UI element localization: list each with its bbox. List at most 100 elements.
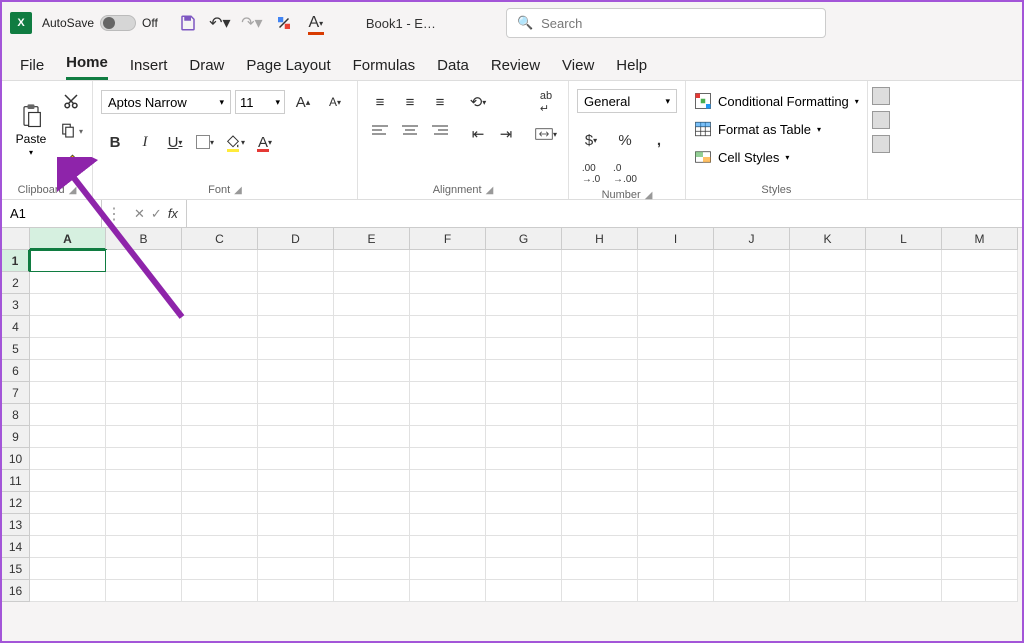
cell-C16[interactable] [182, 580, 258, 602]
cell-L2[interactable] [866, 272, 942, 294]
row-header-4[interactable]: 4 [2, 316, 30, 338]
cell-M1[interactable] [942, 250, 1018, 272]
cell-G7[interactable] [486, 382, 562, 404]
row-header-9[interactable]: 9 [2, 426, 30, 448]
select-all-corner[interactable] [2, 228, 30, 250]
cell-K11[interactable] [790, 470, 866, 492]
cell-H11[interactable] [562, 470, 638, 492]
cell-K9[interactable] [790, 426, 866, 448]
cell-K7[interactable] [790, 382, 866, 404]
decrease-decimal-button[interactable]: .0→.00 [611, 161, 639, 187]
bold-button[interactable]: B [101, 129, 129, 155]
cell-L7[interactable] [866, 382, 942, 404]
cell-M2[interactable] [942, 272, 1018, 294]
copy-button[interactable]: ▾ [58, 119, 84, 143]
cell-C7[interactable] [182, 382, 258, 404]
cell-I8[interactable] [638, 404, 714, 426]
cell-F3[interactable] [410, 294, 486, 316]
cell-L5[interactable] [866, 338, 942, 360]
cell-E6[interactable] [334, 360, 410, 382]
cell-E1[interactable] [334, 250, 410, 272]
cell-H16[interactable] [562, 580, 638, 602]
cell-C3[interactable] [182, 294, 258, 316]
cell-C4[interactable] [182, 316, 258, 338]
increase-indent-button[interactable]: ⇥ [492, 121, 520, 147]
row-header-7[interactable]: 7 [2, 382, 30, 404]
cell-K1[interactable] [790, 250, 866, 272]
cell-D14[interactable] [258, 536, 334, 558]
underline-button[interactable]: U▾ [161, 129, 189, 155]
row-header-3[interactable]: 3 [2, 294, 30, 316]
align-bottom-button[interactable]: ≡ [426, 89, 454, 115]
delete-icon[interactable] [872, 111, 890, 129]
search-box[interactable]: 🔍 Search [506, 8, 826, 38]
cell-B10[interactable] [106, 448, 182, 470]
cell-I7[interactable] [638, 382, 714, 404]
cell-I13[interactable] [638, 514, 714, 536]
cell-F13[interactable] [410, 514, 486, 536]
cell-G9[interactable] [486, 426, 562, 448]
cell-B14[interactable] [106, 536, 182, 558]
cell-C12[interactable] [182, 492, 258, 514]
cell-J6[interactable] [714, 360, 790, 382]
cell-J8[interactable] [714, 404, 790, 426]
cell-H7[interactable] [562, 382, 638, 404]
cell-F2[interactable] [410, 272, 486, 294]
cell-D6[interactable] [258, 360, 334, 382]
cell-E16[interactable] [334, 580, 410, 602]
cell-H15[interactable] [562, 558, 638, 580]
cell-D9[interactable] [258, 426, 334, 448]
cell-M6[interactable] [942, 360, 1018, 382]
cell-J10[interactable] [714, 448, 790, 470]
format-painter-button[interactable] [58, 149, 84, 173]
cell-K10[interactable] [790, 448, 866, 470]
cell-I10[interactable] [638, 448, 714, 470]
cell-B6[interactable] [106, 360, 182, 382]
cell-F10[interactable] [410, 448, 486, 470]
column-header-H[interactable]: H [562, 228, 638, 250]
cell-J1[interactable] [714, 250, 790, 272]
cell-G10[interactable] [486, 448, 562, 470]
number-format-select[interactable]: General▾ [577, 89, 677, 113]
clipboard-dialog-launcher[interactable]: ◢ [69, 185, 77, 196]
tab-insert[interactable]: Insert [130, 57, 168, 80]
cell-K16[interactable] [790, 580, 866, 602]
cell-A8[interactable] [30, 404, 106, 426]
cell-M11[interactable] [942, 470, 1018, 492]
cell-E3[interactable] [334, 294, 410, 316]
cell-L14[interactable] [866, 536, 942, 558]
font-size-select[interactable]: 11▾ [235, 90, 285, 114]
cell-H8[interactable] [562, 404, 638, 426]
cell-C14[interactable] [182, 536, 258, 558]
number-dialog-launcher[interactable]: ◢ [645, 190, 653, 201]
column-header-I[interactable]: I [638, 228, 714, 250]
cell-J16[interactable] [714, 580, 790, 602]
align-left-button[interactable] [366, 117, 394, 143]
row-header-8[interactable]: 8 [2, 404, 30, 426]
cell-A13[interactable] [30, 514, 106, 536]
wrap-text-button[interactable]: ab↵ [532, 89, 560, 115]
cell-M12[interactable] [942, 492, 1018, 514]
column-header-A[interactable]: A [30, 228, 106, 250]
cell-I15[interactable] [638, 558, 714, 580]
cell-C1[interactable] [182, 250, 258, 272]
cell-M7[interactable] [942, 382, 1018, 404]
cell-E14[interactable] [334, 536, 410, 558]
cell-C8[interactable] [182, 404, 258, 426]
cell-D16[interactable] [258, 580, 334, 602]
cell-G6[interactable] [486, 360, 562, 382]
row-header-12[interactable]: 12 [2, 492, 30, 514]
cell-K5[interactable] [790, 338, 866, 360]
insert-icon[interactable] [872, 87, 890, 105]
tab-review[interactable]: Review [491, 57, 540, 80]
format-as-table-button[interactable]: Format as Table▾ [694, 117, 859, 141]
cell-D1[interactable] [258, 250, 334, 272]
name-box[interactable]: A1 [2, 200, 102, 227]
tab-draw[interactable]: Draw [189, 57, 224, 80]
cell-A5[interactable] [30, 338, 106, 360]
cell-I2[interactable] [638, 272, 714, 294]
cell-L8[interactable] [866, 404, 942, 426]
row-header-15[interactable]: 15 [2, 558, 30, 580]
cell-L12[interactable] [866, 492, 942, 514]
save-icon[interactable] [178, 13, 198, 33]
